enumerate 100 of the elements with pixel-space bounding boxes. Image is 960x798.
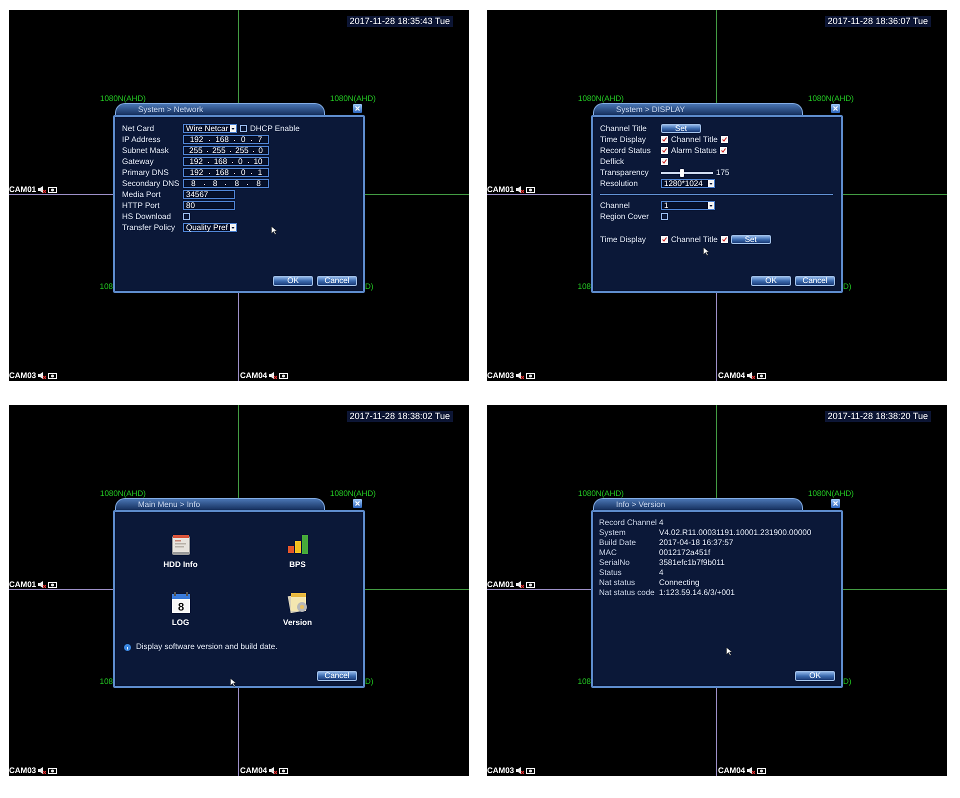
field-label: Deflick bbox=[600, 156, 626, 166]
info-label: System bbox=[599, 528, 627, 538]
channel-label: 1080N(AHD) bbox=[808, 94, 854, 103]
field-label: Primary DNS bbox=[122, 168, 170, 178]
dialog-button[interactable]: OK bbox=[273, 276, 313, 286]
info-value: 1:123.59.14.6/3/+001 bbox=[659, 588, 735, 598]
papers-icon bbox=[286, 592, 308, 614]
menu-item[interactable]: BPS bbox=[239, 534, 356, 570]
field-label: Secondary DNS bbox=[122, 178, 180, 188]
checkbox[interactable] bbox=[240, 125, 247, 132]
dialog-button[interactable]: Cancel bbox=[317, 671, 357, 681]
field-label: Time Display bbox=[600, 234, 647, 244]
checkbox[interactable] bbox=[720, 136, 728, 143]
camera-icon bbox=[526, 582, 536, 588]
cursor-icon bbox=[271, 226, 277, 235]
field-label: HS Download bbox=[122, 212, 172, 222]
field-label: Resolution bbox=[600, 178, 639, 188]
checkbox[interactable] bbox=[720, 147, 727, 154]
ip-address-field[interactable]: 192 168 0 10 bbox=[183, 157, 269, 166]
speaker-icon bbox=[516, 767, 524, 774]
dropdown[interactable]: 1 bbox=[661, 201, 715, 210]
checkbox[interactable] bbox=[661, 236, 668, 243]
checkbox[interactable] bbox=[661, 158, 668, 165]
info-label: Nat status bbox=[599, 578, 636, 588]
dialog-button[interactable]: Cancel bbox=[317, 276, 357, 286]
channel-label: 1080N(AHD) bbox=[808, 489, 854, 498]
info-value: V4.02.R11.00031191.10001.231900.00000 bbox=[659, 528, 812, 538]
channel-label: 1080N(AHD) bbox=[330, 489, 376, 498]
close-button[interactable] bbox=[353, 104, 362, 113]
dialog-button[interactable]: Cancel bbox=[795, 276, 835, 286]
field-label: Record Status bbox=[600, 146, 652, 156]
camera-label: CAM01 bbox=[9, 580, 36, 589]
dialog-title: Main Menu > Info bbox=[115, 498, 325, 510]
set-button[interactable]: Set bbox=[661, 124, 701, 133]
info-value: 0012172a451f bbox=[659, 548, 710, 558]
camera-icon bbox=[526, 768, 536, 774]
checkbox[interactable] bbox=[183, 213, 190, 220]
input-field[interactable]: 34567 bbox=[183, 190, 235, 199]
field-label: Channel Title bbox=[600, 124, 648, 134]
field-label: Transfer Policy bbox=[122, 222, 176, 232]
speaker-icon bbox=[38, 372, 46, 379]
dialog-button[interactable]: OK bbox=[751, 276, 791, 286]
field-label: Channel Title bbox=[671, 234, 718, 244]
ip-address-field[interactable]: 255 255 255 0 bbox=[183, 146, 269, 155]
info-label: MAC bbox=[599, 548, 618, 558]
speaker-icon bbox=[38, 186, 46, 193]
field-label: Gateway bbox=[122, 156, 155, 166]
speaker-icon bbox=[516, 186, 524, 193]
field-label: Media Port bbox=[122, 190, 162, 200]
channel-label: D) bbox=[365, 282, 374, 291]
close-button[interactable] bbox=[353, 499, 362, 508]
camera-icon bbox=[48, 768, 58, 774]
slider-thumb[interactable] bbox=[680, 168, 684, 176]
camera-icon bbox=[526, 372, 536, 378]
info-value: 2017-04-18 16:37:57 bbox=[659, 538, 734, 548]
info-value: 4 bbox=[659, 568, 664, 578]
field-label: Net Card bbox=[122, 124, 156, 134]
close-icon bbox=[833, 501, 838, 506]
camera-label: CAM04 bbox=[718, 371, 746, 380]
menu-item[interactable]: HDD Info bbox=[122, 534, 239, 570]
set-button[interactable]: Set bbox=[730, 235, 771, 244]
field-label: Alarm Status bbox=[671, 146, 717, 156]
channel-label: 108 bbox=[578, 282, 591, 291]
checkbox[interactable] bbox=[661, 213, 668, 220]
dialog-title: Info > Version bbox=[593, 498, 803, 510]
calendar-icon: 8 bbox=[170, 592, 190, 614]
speaker-icon bbox=[269, 372, 278, 379]
channel-label: D) bbox=[843, 282, 852, 291]
checkbox[interactable] bbox=[661, 147, 668, 154]
dialog-button[interactable]: OK bbox=[795, 671, 835, 681]
caret-icon bbox=[708, 202, 714, 209]
menu-item[interactable]: 8 LOG bbox=[122, 592, 239, 628]
info-value: 4 bbox=[659, 518, 664, 528]
speaker-icon bbox=[38, 767, 46, 774]
info-value: Connecting bbox=[659, 578, 700, 588]
ip-address-field[interactable]: 192 168 0 1 bbox=[183, 168, 269, 177]
speaker-icon bbox=[38, 581, 46, 588]
channel-label: D) bbox=[843, 677, 852, 686]
speaker-icon bbox=[269, 767, 278, 774]
dropdown[interactable]: 1280*1024 bbox=[661, 179, 715, 188]
checkbox[interactable] bbox=[720, 236, 728, 243]
input-field[interactable]: 80 bbox=[183, 201, 235, 210]
close-button[interactable] bbox=[831, 104, 840, 113]
menu-item[interactable]: Version bbox=[239, 592, 356, 628]
camera-icon bbox=[526, 186, 536, 192]
ip-address-field[interactable]: 8 8 8 8 bbox=[183, 179, 269, 188]
dropdown[interactable]: Wire Netcar bbox=[183, 124, 237, 133]
info-label: Record Channel bbox=[599, 518, 658, 528]
close-button[interactable] bbox=[831, 499, 840, 508]
field-label: DHCP Enable bbox=[250, 124, 300, 134]
timestamp: 2017-11-28 18:38:02 Tue bbox=[346, 411, 453, 422]
checkbox[interactable] bbox=[661, 136, 668, 143]
camera-label: CAM01 bbox=[487, 580, 514, 589]
channel-label: D) bbox=[365, 677, 374, 686]
info-label: Status bbox=[599, 568, 623, 578]
camera-label: CAM01 bbox=[487, 185, 514, 194]
dropdown[interactable]: Quality Pref bbox=[183, 223, 237, 232]
channel-label: 1080N(AHD) bbox=[578, 489, 624, 498]
camera-icon bbox=[279, 372, 288, 378]
ip-address-field[interactable]: 192 168 0 7 bbox=[183, 135, 269, 144]
